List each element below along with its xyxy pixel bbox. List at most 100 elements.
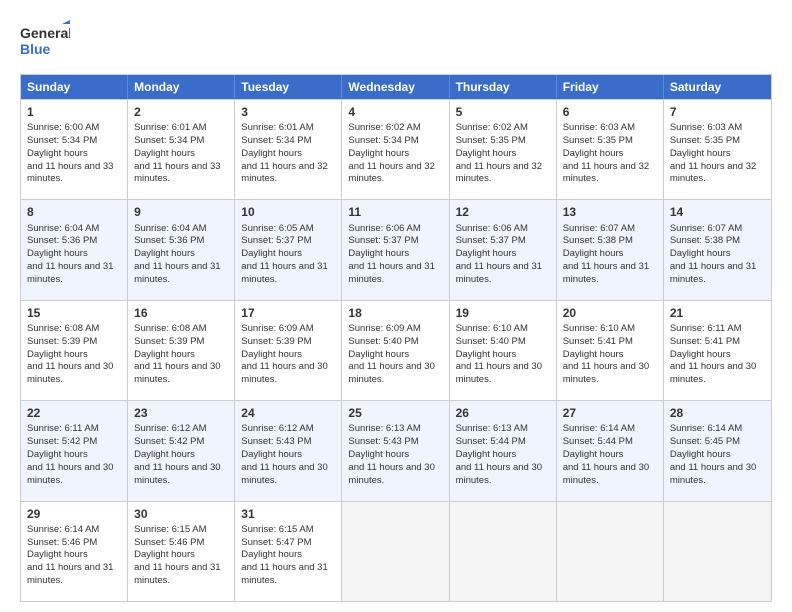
day-cell-12: 12 Sunrise: 6:06 AM Sunset: 5:37 PM Dayl… [450,200,557,299]
day-number: 6 [563,104,657,120]
sunrise: Sunrise: 6:08 AM [27,323,99,334]
daylight-duration: and 11 hours and 30 minutes. [456,361,542,385]
daylight-duration: and 11 hours and 31 minutes. [134,261,220,285]
day-number: 7 [670,104,765,120]
day-number: 12 [456,204,550,220]
daylight-label: Daylight hours [241,449,302,460]
day-number: 5 [456,104,550,120]
daylight-duration: and 11 hours and 30 minutes. [134,462,220,486]
day-number: 28 [670,405,765,421]
day-cell-10: 10 Sunrise: 6:05 AM Sunset: 5:37 PM Dayl… [235,200,342,299]
daylight-duration: and 11 hours and 32 minutes. [348,161,434,185]
daylight-label: Daylight hours [134,449,195,460]
sunrise: Sunrise: 6:06 AM [456,223,528,234]
daylight-duration: and 11 hours and 33 minutes. [27,161,113,185]
sunset: Sunset: 5:35 PM [670,135,740,146]
day-number: 3 [241,104,335,120]
sunrise: Sunrise: 6:04 AM [134,223,206,234]
page: General Blue SundayMondayTuesdayWednesda… [0,0,792,612]
day-cell-18: 18 Sunrise: 6:09 AM Sunset: 5:40 PM Dayl… [342,301,449,400]
sunset: Sunset: 5:42 PM [27,436,97,447]
sunrise: Sunrise: 6:03 AM [670,122,742,133]
day-cell-27: 27 Sunrise: 6:14 AM Sunset: 5:44 PM Dayl… [557,401,664,500]
daylight-duration: and 11 hours and 30 minutes. [456,462,542,486]
empty-cell [342,502,449,601]
day-cell-17: 17 Sunrise: 6:09 AM Sunset: 5:39 PM Dayl… [235,301,342,400]
day-number: 10 [241,204,335,220]
daylight-duration: and 11 hours and 31 minutes. [563,261,649,285]
empty-cell [664,502,771,601]
daylight-label: Daylight hours [27,349,88,360]
day-cell-2: 2 Sunrise: 6:01 AM Sunset: 5:34 PM Dayli… [128,100,235,199]
header-day-saturday: Saturday [664,75,771,99]
sunset: Sunset: 5:46 PM [27,537,97,548]
sunset: Sunset: 5:34 PM [348,135,418,146]
sunrise: Sunrise: 6:05 AM [241,223,313,234]
daylight-label: Daylight hours [27,549,88,560]
day-cell-31: 31 Sunrise: 6:15 AM Sunset: 5:47 PM Dayl… [235,502,342,601]
sunrise: Sunrise: 6:12 AM [134,423,206,434]
day-number: 19 [456,305,550,321]
day-number: 29 [27,506,121,522]
day-cell-23: 23 Sunrise: 6:12 AM Sunset: 5:42 PM Dayl… [128,401,235,500]
sunset: Sunset: 5:37 PM [348,235,418,246]
sunrise: Sunrise: 6:10 AM [456,323,528,334]
sunset: Sunset: 5:37 PM [241,235,311,246]
sunset: Sunset: 5:39 PM [27,336,97,347]
sunrise: Sunrise: 6:03 AM [563,122,635,133]
day-cell-8: 8 Sunrise: 6:04 AM Sunset: 5:36 PM Dayli… [21,200,128,299]
day-number: 22 [27,405,121,421]
daylight-label: Daylight hours [670,349,731,360]
daylight-duration: and 11 hours and 31 minutes. [241,261,327,285]
logo-icon: General Blue [20,20,70,64]
header-day-sunday: Sunday [21,75,128,99]
sunset: Sunset: 5:34 PM [27,135,97,146]
day-cell-19: 19 Sunrise: 6:10 AM Sunset: 5:40 PM Dayl… [450,301,557,400]
sunset: Sunset: 5:40 PM [348,336,418,347]
sunrise: Sunrise: 6:12 AM [241,423,313,434]
day-number: 31 [241,506,335,522]
day-number: 4 [348,104,442,120]
header-day-thursday: Thursday [450,75,557,99]
day-cell-7: 7 Sunrise: 6:03 AM Sunset: 5:35 PM Dayli… [664,100,771,199]
day-cell-20: 20 Sunrise: 6:10 AM Sunset: 5:41 PM Dayl… [557,301,664,400]
day-number: 1 [27,104,121,120]
day-cell-16: 16 Sunrise: 6:08 AM Sunset: 5:39 PM Dayl… [128,301,235,400]
day-cell-29: 29 Sunrise: 6:14 AM Sunset: 5:46 PM Dayl… [21,502,128,601]
sunrise: Sunrise: 6:11 AM [27,423,99,434]
sunset: Sunset: 5:39 PM [241,336,311,347]
calendar: SundayMondayTuesdayWednesdayThursdayFrid… [20,74,772,602]
day-cell-14: 14 Sunrise: 6:07 AM Sunset: 5:38 PM Dayl… [664,200,771,299]
day-cell-1: 1 Sunrise: 6:00 AM Sunset: 5:34 PM Dayli… [21,100,128,199]
daylight-duration: and 11 hours and 32 minutes. [563,161,649,185]
day-cell-24: 24 Sunrise: 6:12 AM Sunset: 5:43 PM Dayl… [235,401,342,500]
daylight-duration: and 11 hours and 30 minutes. [27,361,113,385]
sunrise: Sunrise: 6:14 AM [563,423,635,434]
week-row-5: 29 Sunrise: 6:14 AM Sunset: 5:46 PM Dayl… [21,501,771,601]
header-day-friday: Friday [557,75,664,99]
header-day-tuesday: Tuesday [235,75,342,99]
day-cell-4: 4 Sunrise: 6:02 AM Sunset: 5:34 PM Dayli… [342,100,449,199]
daylight-label: Daylight hours [134,148,195,159]
daylight-label: Daylight hours [27,449,88,460]
day-number: 21 [670,305,765,321]
daylight-label: Daylight hours [456,349,517,360]
daylight-duration: and 11 hours and 32 minutes. [670,161,756,185]
empty-cell [450,502,557,601]
sunset: Sunset: 5:38 PM [563,235,633,246]
daylight-label: Daylight hours [348,248,409,259]
header-day-monday: Monday [128,75,235,99]
week-row-4: 22 Sunrise: 6:11 AM Sunset: 5:42 PM Dayl… [21,400,771,500]
daylight-duration: and 11 hours and 30 minutes. [134,361,220,385]
day-cell-25: 25 Sunrise: 6:13 AM Sunset: 5:43 PM Dayl… [342,401,449,500]
sunrise: Sunrise: 6:14 AM [27,524,99,535]
day-cell-21: 21 Sunrise: 6:11 AM Sunset: 5:41 PM Dayl… [664,301,771,400]
header: General Blue [20,20,772,64]
sunrise: Sunrise: 6:02 AM [348,122,420,133]
daylight-label: Daylight hours [563,449,624,460]
sunrise: Sunrise: 6:08 AM [134,323,206,334]
day-number: 16 [134,305,228,321]
week-row-2: 8 Sunrise: 6:04 AM Sunset: 5:36 PM Dayli… [21,199,771,299]
daylight-label: Daylight hours [27,148,88,159]
daylight-duration: and 11 hours and 31 minutes. [27,261,113,285]
